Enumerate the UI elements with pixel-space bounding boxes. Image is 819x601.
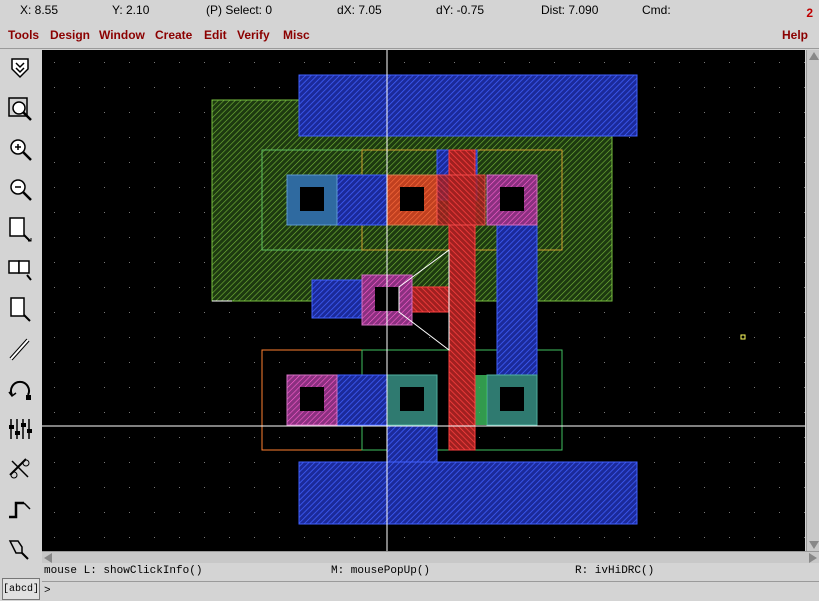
label-tool-button[interactable]: [abcd] [2,578,40,600]
move-tool-button[interactable] [3,292,37,326]
property-tool-button[interactable] [3,412,37,446]
path-icon [9,501,31,519]
path-tool-button[interactable] [3,492,37,526]
status-bar: X: 8.55 Y: 2.10 (P) Select: 0 dX: 7.05 d… [0,0,819,22]
mouse-binding-bar: mouse L: showClickInfo() M: mousePopUp()… [0,563,819,580]
move-icon [10,297,31,322]
delta-x-readout: dX: 7.05 [337,3,382,17]
zoom-out-tool-button[interactable] [3,172,37,206]
menu-bar: Tools Design Window Create Edit Verify M… [0,24,819,49]
scroll-down-arrow-icon[interactable] [809,541,819,549]
save-icon [11,58,29,79]
menu-design[interactable]: Design [50,28,90,42]
mouse-middle-binding: M: mousePopUp() [331,565,431,577]
zoom-fit-tool-button[interactable] [3,92,37,126]
undo-icon [8,380,31,400]
delta-y-readout: dY: -0.75 [436,3,485,17]
ruler-icon [9,458,30,479]
copy-tool-button[interactable] [3,252,37,286]
menu-edit[interactable]: Edit [204,28,227,42]
select-count: (P) Select: 0 [206,3,273,17]
layout-canvas[interactable] [42,50,805,551]
scroll-left-arrow-icon[interactable] [44,553,52,563]
property-icon [9,419,32,439]
command-line[interactable]: > [42,581,819,601]
mouse-right-binding: R: ivHiDRC() [575,565,655,577]
zoom-out-icon [10,179,32,201]
cut-3 [500,187,524,211]
cut-5 [400,387,424,411]
metal-gnd-tap[interactable] [386,424,438,463]
ruler-tool-button[interactable] [3,452,37,486]
zoom-in-tool-button[interactable] [3,132,37,166]
metal-input-pin[interactable] [311,279,368,319]
window-number: 2 [806,6,813,20]
menu-misc[interactable]: Misc [283,28,310,42]
gnd-metal-rail[interactable] [298,461,638,525]
vdd-metal-rail[interactable] [298,74,638,137]
mouse-left-binding: mouse L: showClickInfo() [44,565,203,577]
menu-verify[interactable]: Verify [237,28,270,42]
cut-1 [300,187,324,211]
cursor-x-readout: X: 8.55 [20,3,59,17]
vertical-scrollbar[interactable] [806,50,819,551]
polygon-icon [8,540,29,560]
distance-readout: Dist: 7.090 [541,3,599,17]
layout-drawing[interactable] [42,50,805,551]
menu-help[interactable]: Help [782,28,808,42]
menu-tools[interactable]: Tools [8,28,39,42]
stretch-icon [9,217,32,242]
poly-pmos-overlap [436,174,486,226]
delete-tool-button[interactable] [3,332,37,366]
copy-icon [8,260,32,281]
cut-6 [500,387,524,411]
metal-nmos-source[interactable] [336,374,388,426]
zoom-in-icon [10,139,32,161]
scroll-up-arrow-icon[interactable] [809,52,819,60]
menu-create[interactable]: Create [155,28,192,42]
cut-4 [300,387,324,411]
menu-window[interactable]: Window [99,28,145,42]
stretch-tool-button[interactable] [3,212,37,246]
polygon-tool-button[interactable] [3,532,37,566]
save-tool-button[interactable] [3,52,37,86]
metal-output-strap[interactable] [496,224,538,376]
undo-tool-button[interactable] [3,372,37,406]
scroll-right-arrow-icon[interactable] [809,553,817,563]
delete-icon [9,338,30,361]
zoom-fit-icon [8,97,32,121]
cursor-y-readout: Y: 2.10 [112,3,150,17]
command-readout: Cmd: [642,3,671,17]
cut-2 [400,187,424,211]
command-prompt: > [44,585,51,597]
tool-palette [0,50,40,560]
